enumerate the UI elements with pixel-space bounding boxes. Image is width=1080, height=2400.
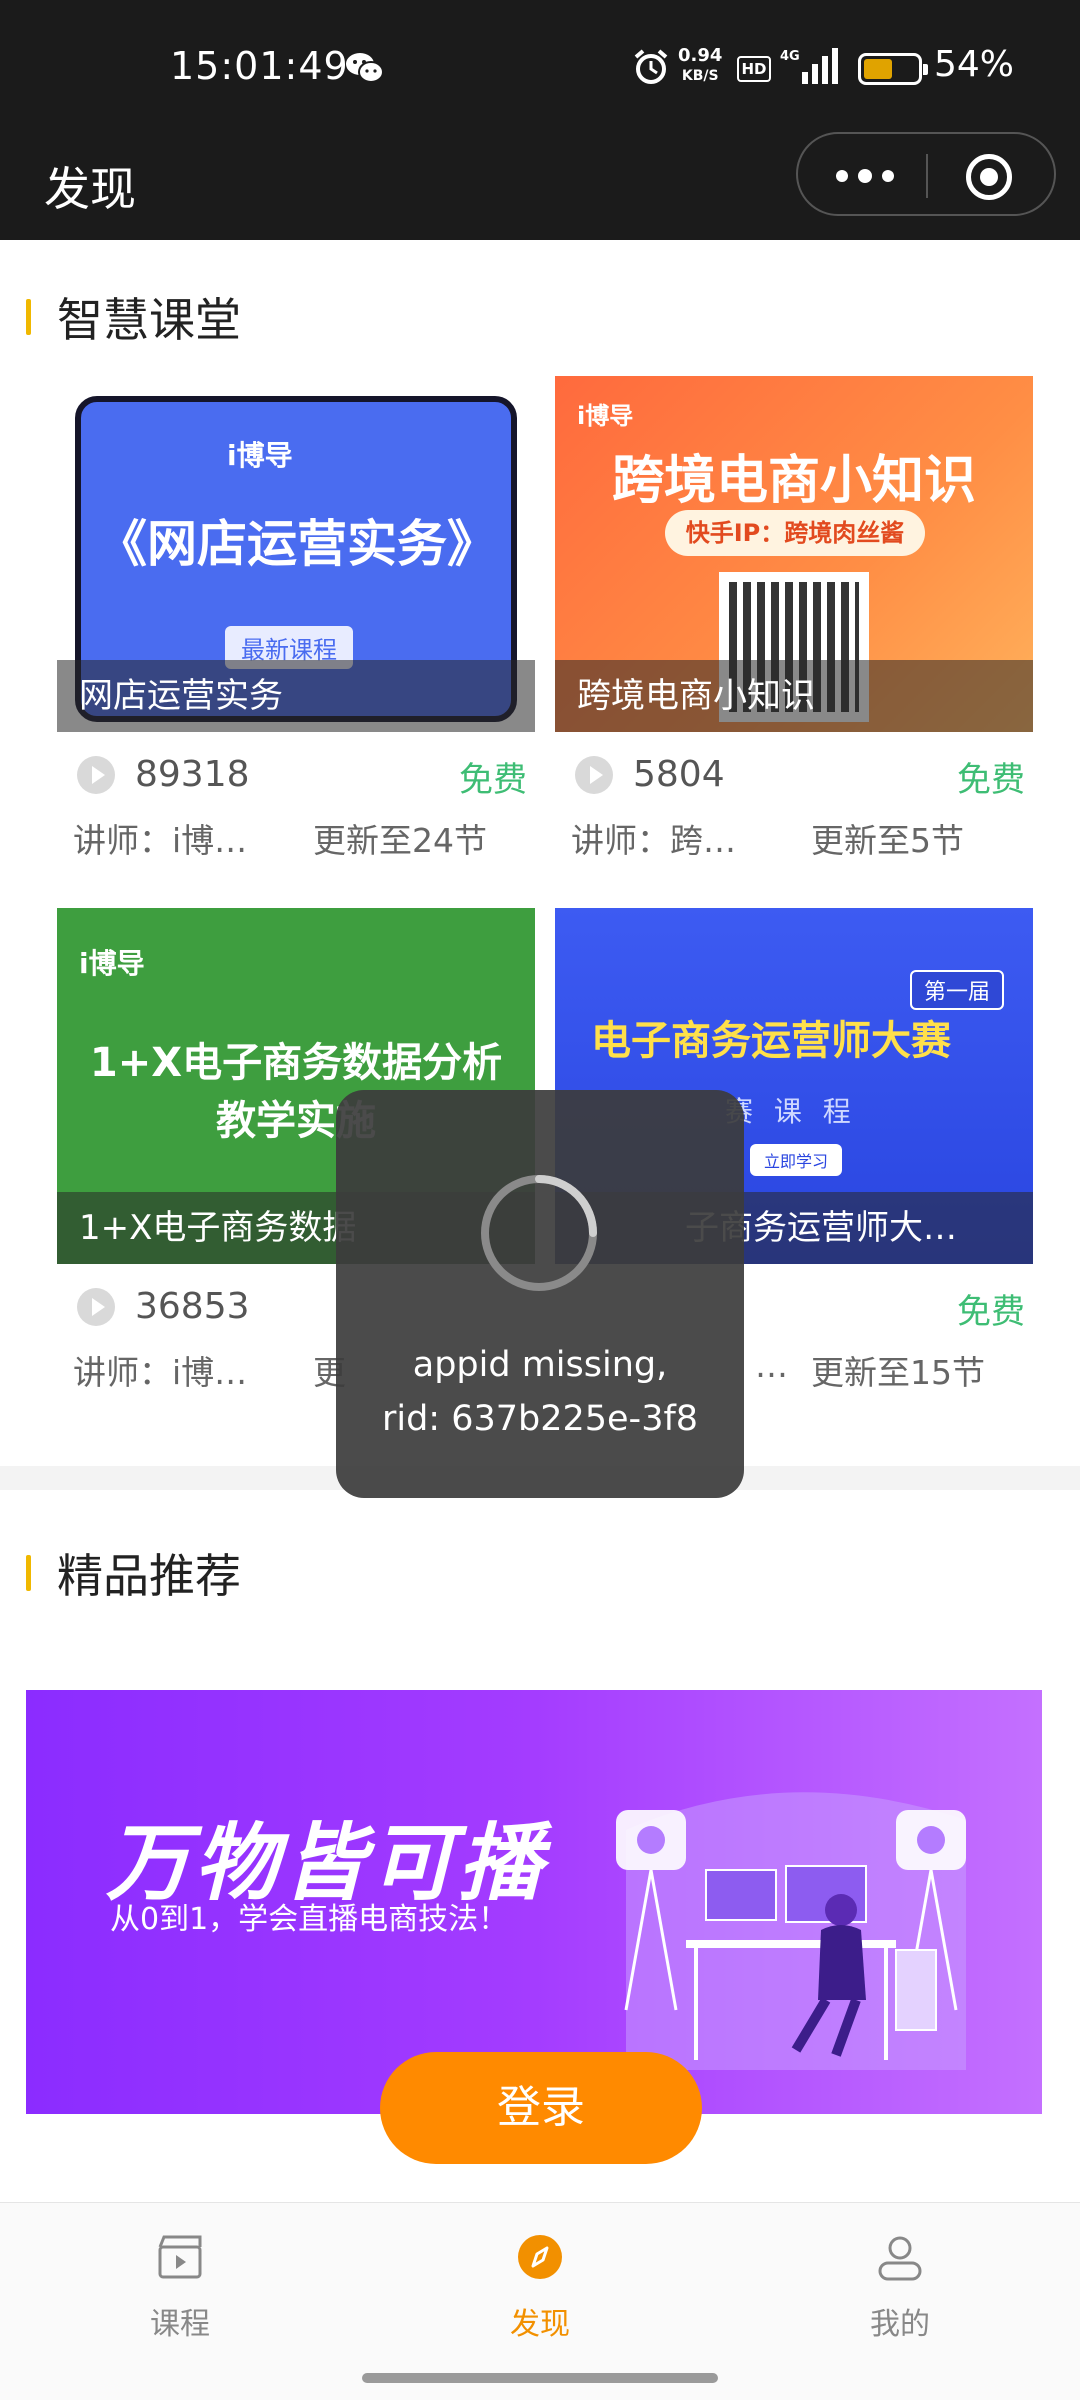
thumb-title-line1: 1+X电子商务数据分析 — [89, 1040, 503, 1086]
view-count: 89318 — [135, 754, 250, 795]
teacher-label: 讲师：i博… — [73, 1353, 248, 1392]
section-title-text: 精品推荐 — [57, 1549, 241, 1603]
battery-percent: 54% — [934, 44, 1015, 85]
loading-toast: appid missing, rid: 637b225e-3f8 — [336, 1090, 744, 1498]
teacher-label: 讲师：跨… — [571, 821, 736, 860]
wechat-icon — [346, 53, 384, 83]
bottom-tab-bar: 课程 发现 我的 — [0, 2202, 1080, 2400]
toast-line2: rid: 637b225e-3f8 — [381, 1399, 699, 1439]
alarm-icon — [634, 49, 668, 84]
course-thumbnail[interactable]: i博导 《网店运营实务》 最新课程 网店运营实务 — [57, 376, 535, 732]
tab-courses[interactable]: 课程 — [80, 2233, 280, 2353]
home-indicator[interactable] — [362, 2373, 718, 2383]
net-speed-value: 0.94 — [678, 45, 723, 66]
thumb-title: 《网店运营实务》 — [97, 515, 497, 573]
clapperboard-icon — [158, 2235, 202, 2279]
course-caption: 跨境电商小知识 — [555, 660, 1033, 732]
capsule-divider — [926, 154, 928, 198]
status-time: 15:01:49 — [170, 44, 349, 88]
thumb-badge: 第一届 — [910, 970, 1005, 1010]
thumb-study-button: 立即学习 — [750, 1144, 843, 1176]
price-label: 免费 — [957, 1292, 1025, 1332]
thumb-subtitle: 赛 课 程 — [725, 1095, 857, 1128]
battery-fill — [864, 59, 893, 79]
miniprogram-capsule — [796, 132, 1056, 216]
tab-mine[interactable]: 我的 — [800, 2233, 1000, 2353]
login-button[interactable]: 登录 — [380, 2052, 702, 2164]
compass-icon — [518, 2235, 562, 2279]
section-title-text: 智慧课堂 — [57, 293, 241, 347]
signal-icon: 4G — [780, 48, 838, 84]
page-title: 发现 — [44, 162, 136, 216]
course-info: 讲师：跨… 更新至5节 — [555, 808, 1033, 868]
tab-label: 发现 — [510, 2307, 570, 2342]
thumb-title: 电子商务运营师大赛 — [591, 1018, 951, 1064]
promo-banner[interactable]: 万物皆可播 从0到1，学会直播电商技法！ — [26, 1690, 1042, 2114]
course-thumbnail[interactable]: i博导 跨境电商小知识 快手IP：跨境肉丝酱 跨境电商小知识 — [555, 376, 1033, 732]
teacher-label: 讲师：i博… — [73, 821, 248, 860]
play-count-icon — [77, 1288, 115, 1326]
more-dots-icon[interactable] — [836, 162, 916, 190]
thumb-title: 跨境电商小知识 — [611, 451, 976, 511]
net-speed-unit: KB/S — [681, 68, 719, 84]
streamer-illustration — [616, 1792, 966, 2070]
user-icon — [878, 2236, 922, 2281]
toast-message: appid missing, rid: 637b225e-3f8 — [336, 1338, 744, 1446]
update-label: 更新至24节 — [313, 821, 487, 860]
target-circle-icon[interactable] — [966, 154, 1012, 200]
net-speed: 0.94 KB/S — [678, 46, 722, 86]
view-count: 5804 — [633, 754, 725, 795]
thumb-logo: i博导 — [227, 439, 293, 472]
tab-label: 课程 — [150, 2307, 210, 2342]
thumb-tag: 快手IP：跨境肉丝酱 — [665, 510, 925, 556]
teacher-label: … — [755, 1346, 788, 1385]
course-card[interactable]: i博导 跨境电商小知识 快手IP：跨境肉丝酱 跨境电商小知识 5804 免费 讲… — [555, 376, 1033, 868]
thumb-logo: i博导 — [79, 947, 145, 980]
update-label: 更新至15节 — [811, 1353, 985, 1392]
status-bar: 15:01:49 0.94 KB/S HD 4G 54% — [0, 0, 1080, 138]
battery-nub — [923, 64, 928, 75]
course-caption: 网店运营实务 — [57, 660, 535, 732]
tab-label: 我的 — [870, 2307, 930, 2342]
view-count: 36853 — [135, 1286, 250, 1327]
section-accent-bar — [26, 1555, 31, 1591]
section-title-smart-classroom: 智慧课堂 — [26, 284, 241, 350]
price-label: 免费 — [459, 760, 527, 800]
course-stats: 89318 免费 — [57, 742, 535, 808]
course-card[interactable]: i博导 《网店运营实务》 最新课程 网店运营实务 89318 免费 讲师：i博…… — [57, 376, 535, 868]
section-title-recommended: 精品推荐 — [26, 1540, 241, 1606]
update-label: 更新至5节 — [811, 821, 964, 860]
banner-subline: 从0到1，学会直播电商技法！ — [110, 1902, 509, 1937]
battery-icon — [858, 53, 928, 85]
section-accent-bar — [26, 299, 31, 335]
play-count-icon — [575, 756, 613, 794]
svg-text:4G: 4G — [780, 49, 800, 64]
play-count-icon — [77, 756, 115, 794]
thumb-logo: i博导 — [577, 402, 634, 430]
course-stats: 5804 免费 — [555, 742, 1033, 808]
course-info: 讲师：i博… 更新至24节 — [57, 808, 535, 868]
hd-badge: HD — [737, 56, 771, 82]
tab-discover[interactable]: 发现 — [440, 2233, 640, 2353]
toast-line1: appid missing, — [412, 1345, 668, 1385]
loading-spinner-icon — [481, 1175, 597, 1291]
price-label: 免费 — [957, 760, 1025, 800]
